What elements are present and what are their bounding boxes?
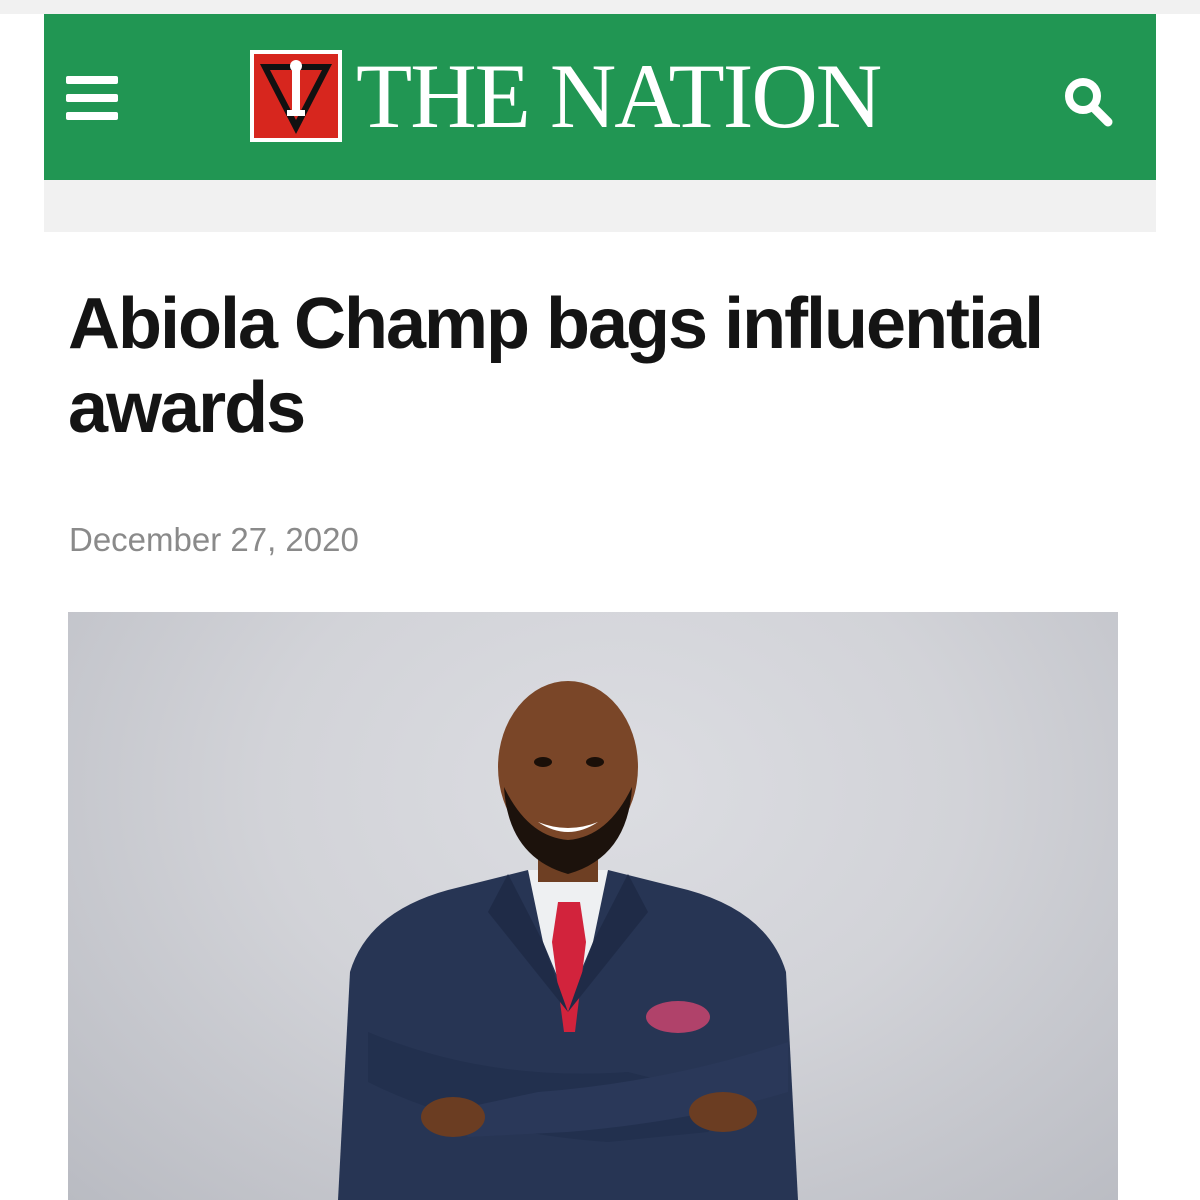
menu-button[interactable] [66,76,118,120]
article-date: December 27, 2020 [69,521,359,558]
search-icon [1065,78,1113,127]
search-button[interactable] [1058,72,1118,132]
site-header: THE NATION [44,14,1156,180]
site-logo[interactable]: THE NATION [250,45,882,147]
hamburger-menu-icon [66,76,118,84]
header-sub-strip [44,180,1156,232]
article-title: Abiola Champ bags influential awards [68,284,1044,448]
brand-wordmark: THE NATION [356,45,882,147]
article-photo [68,612,1118,1200]
top-status-strip [0,0,1200,14]
torch-emblem-icon [250,50,342,142]
